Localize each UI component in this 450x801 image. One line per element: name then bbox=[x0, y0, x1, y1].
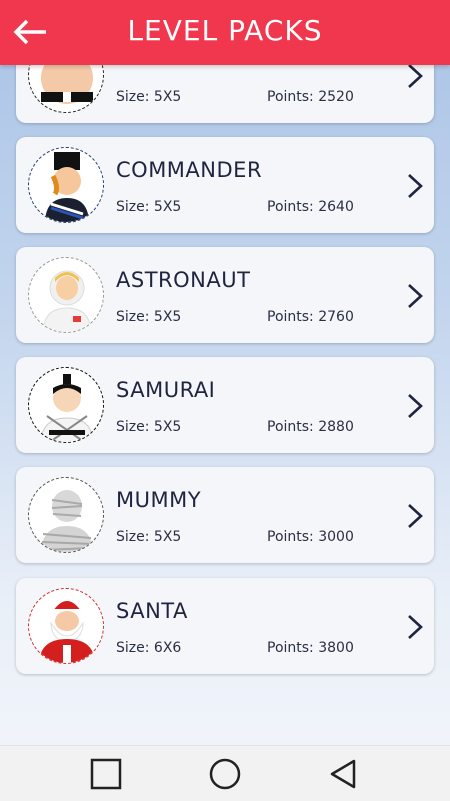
pack-name: MUMMY bbox=[116, 488, 202, 512]
commander-icon bbox=[45, 152, 89, 222]
chevron-right-icon bbox=[408, 64, 423, 88]
level-pack-card-astronaut[interactable]: ASTRONAUT Size: 5X5 Points: 2760 bbox=[16, 247, 434, 343]
pack-size: Size: 5X5 bbox=[116, 309, 182, 325]
pack-size: Size: 5X5 bbox=[116, 529, 182, 545]
pack-points: Points: 3000 bbox=[267, 529, 354, 545]
square-icon[interactable] bbox=[90, 758, 122, 790]
system-nav-bar bbox=[0, 745, 450, 801]
pack-points: Points: 3800 bbox=[267, 640, 354, 656]
app-bar: LEVEL PACKS bbox=[0, 0, 450, 65]
pack-avatar bbox=[28, 257, 104, 333]
pack-points: Points: 2880 bbox=[267, 419, 354, 435]
level-pack-card-samurai[interactable]: SAMURAI Size: 5X5 Points: 2880 bbox=[16, 357, 434, 453]
pack-name: COMMANDER bbox=[116, 158, 263, 182]
samurai-icon bbox=[40, 374, 94, 442]
circle-icon[interactable] bbox=[209, 758, 241, 790]
page-title: LEVEL PACKS bbox=[127, 14, 323, 47]
level-pack-card-mummy[interactable]: MUMMY Size: 5X5 Points: 3000 bbox=[16, 467, 434, 563]
pack-avatar bbox=[28, 367, 104, 443]
chevron-right-icon bbox=[408, 615, 423, 639]
chevron-right-icon bbox=[408, 394, 423, 418]
astronaut-icon bbox=[42, 270, 92, 332]
triangle-back-icon[interactable] bbox=[328, 758, 360, 790]
pack-size: Size: 5X5 bbox=[116, 419, 182, 435]
pack-avatar bbox=[28, 477, 104, 553]
chevron-right-icon bbox=[408, 284, 423, 308]
pack-size: Size: 5X5 bbox=[116, 199, 182, 215]
level-pack-list[interactable]: Size: 5X5 Points: 2520 COMMANDER Size: 5… bbox=[0, 0, 450, 745]
pack-name: SAMURAI bbox=[116, 378, 216, 402]
pack-size: Size: 6X6 bbox=[116, 640, 182, 656]
mummy-icon bbox=[41, 490, 93, 552]
level-pack-card-commander[interactable]: COMMANDER Size: 5X5 Points: 2640 bbox=[16, 137, 434, 233]
pack-points: Points: 2520 bbox=[267, 89, 354, 105]
pack-points: Points: 2640 bbox=[267, 199, 354, 215]
pack-avatar bbox=[28, 588, 104, 664]
chevron-right-icon bbox=[408, 174, 423, 198]
santa-icon bbox=[39, 601, 95, 663]
pack-points: Points: 2760 bbox=[267, 309, 354, 325]
pack-name: SANTA bbox=[116, 599, 188, 623]
chevron-right-icon bbox=[408, 504, 423, 528]
pack-size: Size: 5X5 bbox=[116, 89, 182, 105]
level-pack-card-santa[interactable]: SANTA Size: 6X6 Points: 3800 bbox=[16, 578, 434, 674]
pack-name: ASTRONAUT bbox=[116, 268, 251, 292]
pack-avatar bbox=[28, 147, 104, 223]
